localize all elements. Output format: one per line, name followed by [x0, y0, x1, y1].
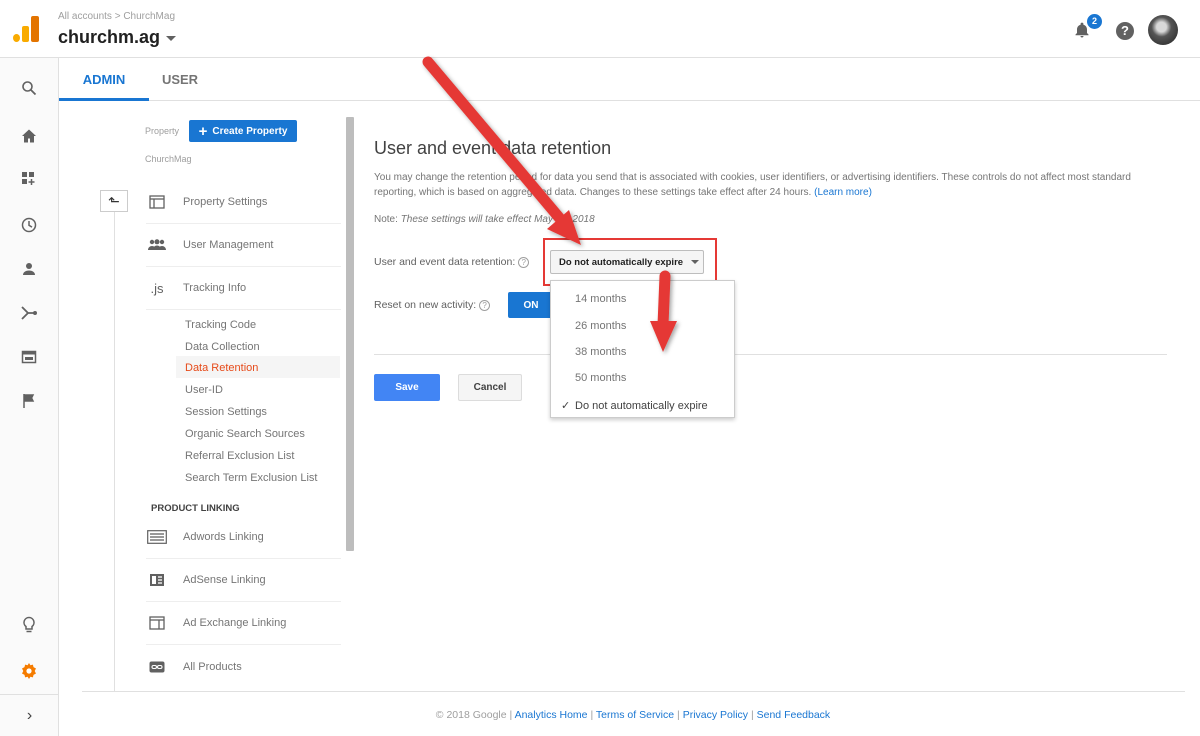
form-divider [374, 354, 1167, 355]
column-divider [114, 212, 115, 692]
option-26-months[interactable]: 26 months [575, 320, 626, 332]
back-arrow-button[interactable]: ⬑ [100, 190, 128, 212]
left-nav-rail: › [0, 58, 59, 736]
page-title: User and event data retention [374, 138, 612, 158]
sub-item-organic-search[interactable]: Organic Search Sources [185, 428, 305, 440]
nav-label: Adwords Linking [183, 531, 264, 543]
nav-adsense-linking[interactable]: AdSense Linking [146, 559, 341, 602]
sub-item-data-collection[interactable]: Data Collection [185, 341, 260, 353]
property-label: Property [145, 126, 180, 136]
nav-ad-exchange-linking[interactable]: Ad Exchange Linking [146, 602, 341, 645]
help-icon[interactable]: ? [1116, 22, 1134, 40]
account-name: churchm.ag [58, 27, 161, 47]
gear-icon[interactable] [19, 661, 39, 681]
nav-user-management[interactable]: User Management [146, 224, 341, 267]
customization-icon[interactable] [19, 169, 39, 189]
retention-dropdown-menu: 14 months 26 months 38 months 50 months … [550, 280, 735, 418]
option-label: Do not automatically expire [575, 400, 708, 412]
admin-tabs: ADMIN USER [59, 58, 1200, 101]
person-icon[interactable] [19, 259, 39, 279]
option-14-months[interactable]: 14 months [575, 293, 626, 305]
help-icon[interactable]: ? [518, 256, 530, 268]
sub-item-user-id[interactable]: User-ID [185, 384, 223, 396]
note-label: Note: [374, 214, 398, 225]
adsense-icon [146, 573, 168, 587]
privacy-link[interactable]: Privacy Policy [683, 709, 748, 721]
reset-on-activity-toggle[interactable]: ON [508, 292, 554, 318]
ad-exchange-icon [146, 616, 168, 630]
retention-label-text: User and event data retention: [374, 256, 516, 268]
avatar[interactable] [1148, 15, 1178, 45]
search-icon[interactable] [19, 78, 39, 98]
footer-separator: | [677, 709, 680, 721]
acquisition-icon[interactable] [19, 303, 39, 323]
chevron-down-icon [166, 35, 177, 41]
help-icon[interactable]: ? [479, 299, 491, 311]
create-property-label: Create Property [212, 125, 288, 137]
sub-item-data-retention[interactable]: Data Retention [185, 362, 258, 374]
top-bar: All accounts > ChurchMag churchm.ag 2 ? [0, 0, 1200, 58]
description-body: You may change the retention period for … [374, 172, 1131, 198]
option-do-not-expire[interactable]: ✓ Do not automatically expire [561, 399, 708, 412]
tab-user[interactable]: USER [155, 58, 205, 101]
product-linking-header: PRODUCT LINKING [151, 503, 240, 514]
scrollbar[interactable] [346, 117, 354, 551]
nav-property-settings[interactable]: Property Settings [146, 181, 341, 224]
sub-item-search-term-exclusion[interactable]: Search Term Exclusion List [185, 472, 317, 484]
cancel-button[interactable]: Cancel [458, 374, 522, 401]
note-text: These settings will take effect May 25, … [400, 214, 595, 225]
description-text: You may change the retention period for … [374, 170, 1144, 200]
terms-link[interactable]: Terms of Service [596, 709, 674, 721]
js-icon: .js [150, 280, 164, 296]
breadcrumb[interactable]: All accounts > ChurchMag [58, 11, 175, 22]
nav-all-products[interactable]: All Products [146, 645, 341, 688]
account-selector[interactable]: churchm.ag [58, 27, 177, 48]
people-icon [146, 239, 168, 251]
save-button[interactable]: Save [374, 374, 440, 401]
nav-label: Tracking Info [183, 282, 247, 294]
sub-item-session-settings[interactable]: Session Settings [185, 406, 267, 418]
nav-tracking-info[interactable]: .js Tracking Info [146, 267, 341, 310]
clock-icon[interactable] [19, 215, 39, 235]
nav-label: Ad Exchange Linking [183, 617, 287, 629]
checkmark-icon: ✓ [561, 400, 571, 412]
retention-label: User and event data retention:? [374, 256, 530, 268]
behavior-icon[interactable] [19, 347, 39, 367]
plus-icon: + [198, 122, 208, 140]
footer-separator: | [590, 709, 594, 721]
notification-badge: 2 [1087, 14, 1102, 29]
analytics-home-link[interactable]: Analytics Home [515, 709, 588, 721]
effective-date-note: Note: These settings will take effect Ma… [374, 214, 595, 225]
nav-label: AdSense Linking [183, 574, 266, 586]
reset-on-activity-label: Reset on new activity:? [374, 299, 491, 311]
property-settings-icon [146, 195, 168, 209]
flag-icon[interactable] [19, 391, 39, 411]
footer-separator: | [750, 709, 754, 721]
nav-label: User Management [183, 239, 274, 251]
analytics-logo-icon[interactable] [13, 16, 39, 42]
lightbulb-icon[interactable] [19, 615, 39, 635]
annotation-highlight-box [543, 238, 717, 286]
sub-item-referral-exclusion[interactable]: Referral Exclusion List [185, 450, 294, 462]
tab-admin[interactable]: ADMIN [59, 58, 149, 101]
sub-item-tracking-code[interactable]: Tracking Code [185, 319, 256, 331]
property-selector[interactable]: ChurchMag [145, 154, 192, 164]
option-50-months[interactable]: 50 months [575, 372, 626, 384]
copyright: © 2018 Google | [435, 709, 513, 721]
create-property-button[interactable]: + Create Property [189, 120, 297, 142]
reset-label-text: Reset on new activity: [374, 299, 477, 311]
footer-divider [82, 691, 1185, 692]
send-feedback-link[interactable]: Send Feedback [757, 709, 831, 721]
adwords-icon [146, 530, 168, 544]
option-38-months[interactable]: 38 months [575, 346, 626, 358]
nav-adwords-linking[interactable]: Adwords Linking [146, 516, 341, 559]
learn-more-link[interactable]: (Learn more) [814, 187, 872, 198]
home-icon[interactable] [19, 126, 39, 146]
footer: © 2018 Google | Analytics Home | Terms o… [0, 709, 1200, 721]
nav-label: Property Settings [183, 196, 268, 208]
link-icon [146, 661, 168, 673]
nav-label: All Products [183, 660, 242, 673]
